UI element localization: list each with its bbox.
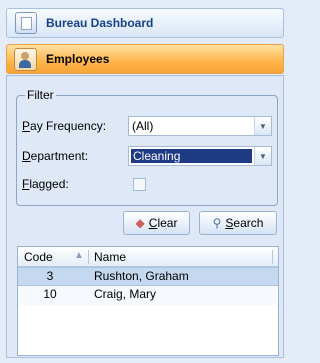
nav-bureau-dashboard[interactable]: Bureau Dashboard (6, 8, 284, 38)
chevron-down-icon[interactable]: ▼ (254, 117, 271, 135)
dashboard-icon (15, 12, 37, 34)
department-select[interactable]: Cleaning ▼ (128, 146, 272, 166)
nav-bureau-dashboard-label: Bureau Dashboard (46, 16, 154, 30)
cell-name: Craig, Mary (94, 287, 157, 301)
flagged-label: Flagged: (22, 177, 69, 191)
sort-ascending-icon: ▲ (74, 250, 84, 261)
grid-header: Code ▲ Name (18, 247, 278, 267)
nav-employees-label: Employees (46, 52, 110, 66)
pay-frequency-label: Pay Frequency: (22, 119, 107, 133)
pay-frequency-select[interactable]: (All) ▼ (128, 116, 272, 136)
column-divider[interactable] (272, 250, 273, 264)
cell-code: 3 (46, 269, 54, 283)
column-header-code[interactable]: Code (24, 247, 53, 267)
column-header-name[interactable]: Name (94, 247, 126, 267)
column-divider[interactable] (88, 250, 89, 264)
cell-name: Rushton, Graham (94, 269, 189, 283)
cell-code: 10 (43, 287, 57, 301)
department-label: Department: (22, 149, 89, 163)
search-icon: ⚲ (212, 216, 222, 230)
filter-legend: Filter (27, 88, 54, 102)
nav-employees[interactable]: Employees (6, 44, 284, 74)
chevron-down-icon[interactable]: ▼ (254, 147, 271, 165)
eraser-icon: ◆ (135, 216, 145, 230)
employees-grid: Code ▲ Name 3 Rushton, Graham 10 Craig, … (17, 246, 279, 356)
table-row[interactable]: 3 Rushton, Graham (18, 267, 278, 286)
flagged-checkbox[interactable] (133, 178, 146, 191)
employee-icon (14, 47, 37, 71)
clear-button[interactable]: ◆ Clear (123, 211, 190, 235)
table-row[interactable]: 10 Craig, Mary (18, 286, 278, 305)
pay-frequency-value: (All) (132, 119, 154, 133)
search-button[interactable]: ⚲ Search (199, 211, 277, 235)
department-value: Cleaning (130, 148, 253, 164)
